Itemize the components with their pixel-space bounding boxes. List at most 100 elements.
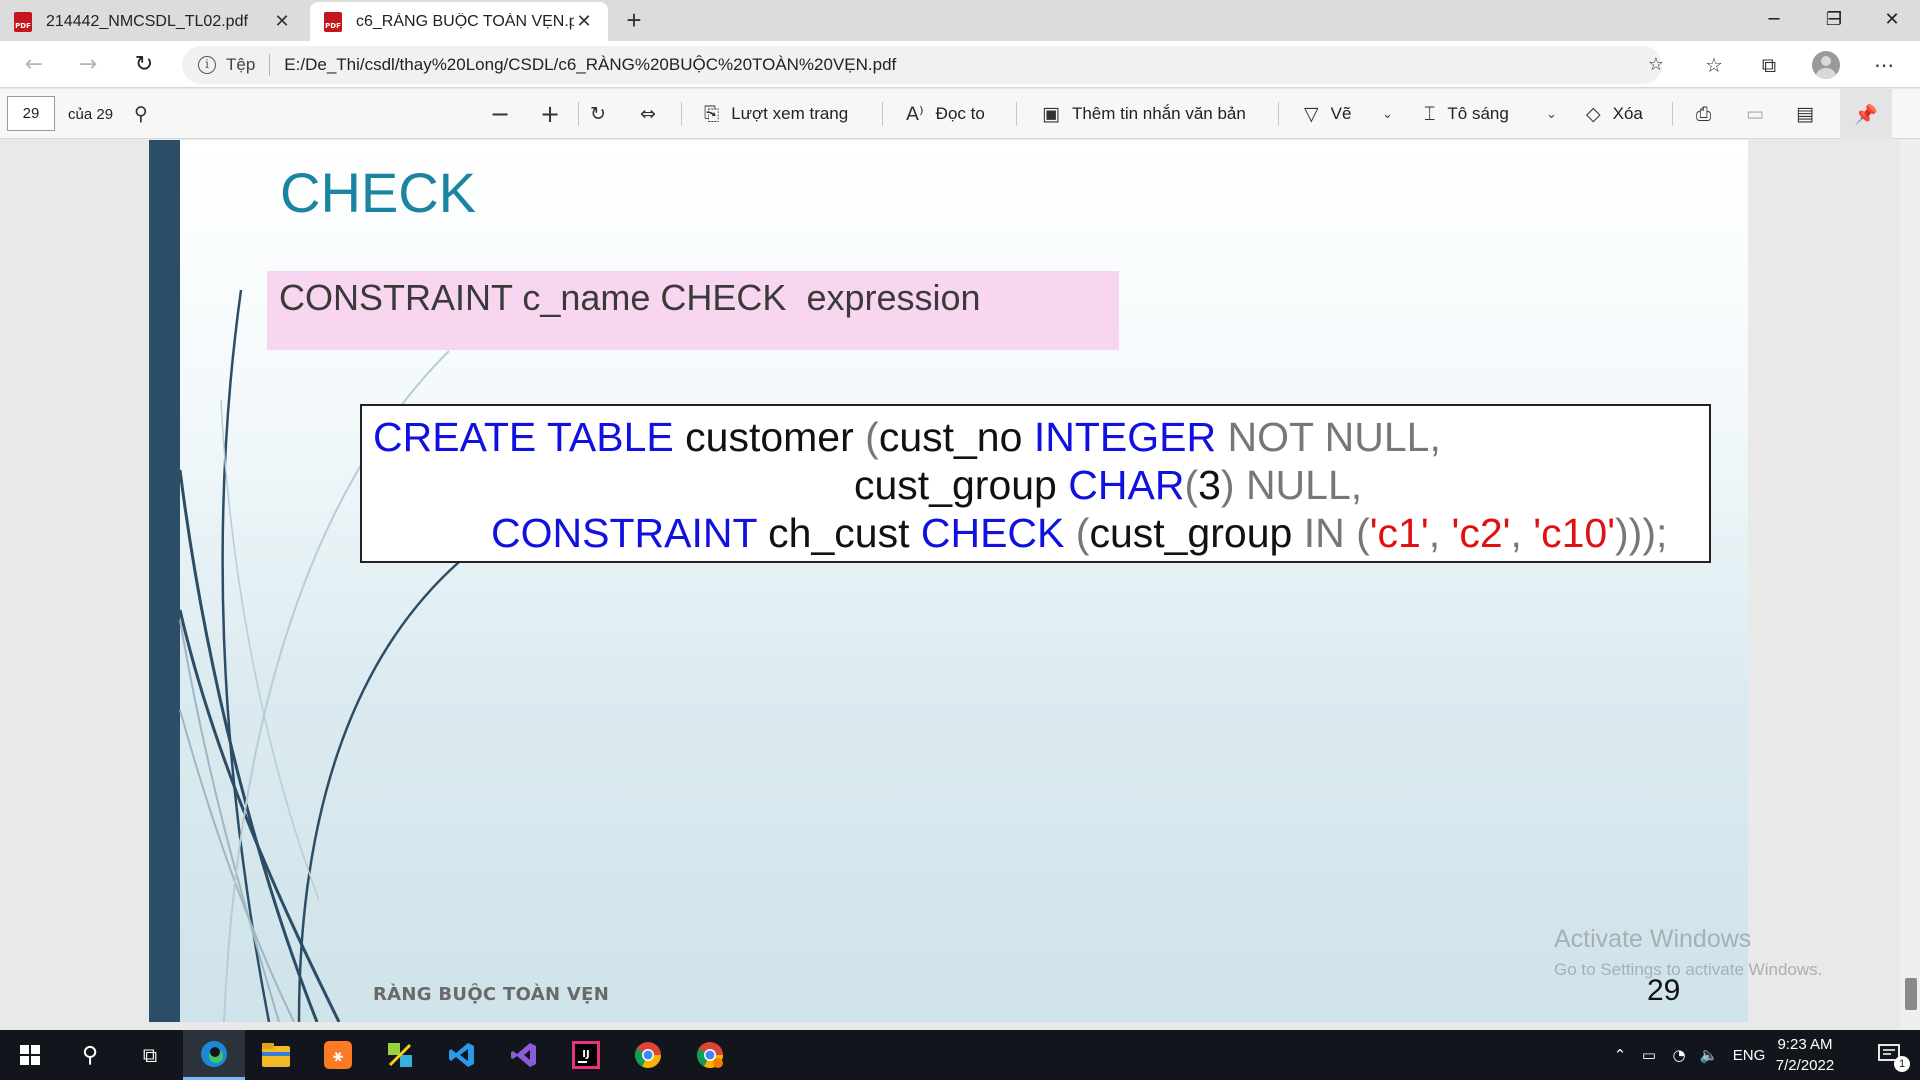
volume-icon[interactable]: 🔈 (1694, 1046, 1724, 1064)
page-view-icon: ⎘ (704, 103, 720, 125)
pdf-page: CHECK CONSTRAINT c_name CHECK expression… (149, 140, 1748, 1022)
code-line-2: cust_group CHAR(3) NULL, (854, 465, 1362, 506)
file-explorer-icon[interactable] (246, 1030, 306, 1080)
clock-time: 9:23 AM (1777, 1036, 1833, 1053)
draw-options-chevron-icon[interactable]: ⌄ (1382, 89, 1393, 139)
code-punct: ( (1184, 462, 1199, 508)
print-icon[interactable]: ⎙ (1696, 89, 1723, 139)
tab-c6-rang-buoc[interactable]: PDF c6_RÀNG BUỘC TOÀN VẸN.pdf ✕ (310, 2, 608, 41)
pen-icon: ▽ (1304, 103, 1319, 125)
save-as-icon[interactable]: ▤ (1796, 89, 1826, 139)
code-text: cust_group (1089, 510, 1293, 556)
forward-button[interactable]: → (70, 47, 106, 83)
refresh-button[interactable]: ↻ (126, 47, 162, 83)
highlight-options-chevron-icon[interactable]: ⌄ (1546, 89, 1557, 139)
scrollbar-thumb[interactable] (1905, 978, 1917, 1010)
slide-title: CHECK (280, 161, 477, 224)
pdf-file-icon: PDF (324, 11, 342, 32)
restore-button[interactable]: ❐ (1806, 0, 1862, 40)
code-keyword: CONSTRAINT (491, 510, 757, 556)
close-tab-icon[interactable]: ✕ (272, 11, 292, 32)
watermark-subtitle: Go to Settings to activate Windows. (1554, 960, 1823, 979)
svg-text:IJ: IJ (582, 1049, 589, 1060)
save-icon[interactable]: ▭ (1746, 89, 1776, 139)
zoom-out-icon[interactable]: − (490, 89, 522, 139)
code-punct: ) NULL, (1220, 462, 1363, 508)
draw-button[interactable]: ▽ Vẽ (1304, 89, 1351, 139)
clock[interactable]: 9:23 AM 7/2/2022 (1760, 1034, 1850, 1076)
url-text: E:/De_Thi/csdl/thay%20Long/CSDL/c6_RÀNG%… (284, 55, 897, 74)
notifications-icon[interactable]: 1 (1860, 1030, 1920, 1080)
divider (269, 54, 271, 76)
code-punct: , (1428, 510, 1452, 556)
code-text: cust_no (878, 414, 1034, 460)
erase-button[interactable]: ◇ Xóa (1586, 89, 1643, 139)
chrome-dev-icon[interactable] (680, 1030, 740, 1080)
highlight-label: Tô sáng (1447, 104, 1509, 123)
clock-date: 7/2/2022 (1775, 1057, 1835, 1074)
fit-page-icon[interactable]: ⇔ (640, 89, 668, 139)
code-example-box: CREATE TABLE customer (cust_no INTEGER N… (360, 404, 1711, 563)
visual-studio-icon[interactable] (494, 1030, 554, 1080)
pdf-toolbar: 29 của 29 ⚲ − + ↻ ⇔ ⎘ Lượt xem trang A⁾ … (0, 89, 1920, 139)
xampp-icon[interactable]: ⚹ (308, 1030, 368, 1080)
taskbar: ⚲ ⧉ ⚹ IJ ⌃ ▭ ◔ 🔈 ENG 9:23 AM 7/2/2022 1 (0, 1030, 1920, 1080)
pin-toolbar-icon[interactable]: 📌 (1840, 89, 1892, 139)
code-keyword: CHECK (920, 510, 1065, 556)
divider (1278, 102, 1279, 126)
tab-214442-nmcsdl[interactable]: PDF 214442_NMCSDL_TL02.pdf ✕ (0, 2, 306, 41)
page-view-label: Lượt xem trang (731, 104, 849, 123)
slide-footer: RÀNG BUỘC TOÀN VẸN (373, 984, 610, 1005)
code-punct: ))); (1615, 510, 1668, 556)
code-line-1: CREATE TABLE customer (cust_no INTEGER N… (373, 417, 1441, 458)
code-string: 'c10' (1533, 510, 1616, 556)
code-punct: , (1510, 510, 1534, 556)
close-window-button[interactable]: ✕ (1864, 0, 1920, 40)
vscode-icon[interactable] (432, 1030, 492, 1080)
code-keyword: INTEGER (1033, 414, 1217, 460)
back-button[interactable]: ← (16, 47, 52, 83)
chrome-icon[interactable] (618, 1030, 678, 1080)
battery-icon[interactable]: ▭ (1634, 1046, 1664, 1064)
new-tab-button[interactable]: + (616, 4, 652, 38)
address-field[interactable]: i Tệp E:/De_Thi/csdl/thay%20Long/CSDL/c6… (182, 46, 1662, 84)
task-view-icon[interactable]: ⧉ (120, 1030, 180, 1080)
code-keyword: CREATE TABLE (373, 414, 674, 460)
minimize-button[interactable]: ─ (1746, 0, 1802, 40)
zoom-in-icon[interactable]: + (540, 89, 572, 139)
add-text-button[interactable]: ▣ Thêm tin nhắn văn bản (1042, 89, 1246, 139)
read-aloud-label: Đọc to (935, 104, 985, 123)
vertical-scrollbar[interactable] (1900, 140, 1920, 1030)
search-icon[interactable]: ⚲ (134, 89, 160, 139)
info-icon[interactable]: i (198, 56, 216, 74)
profile-avatar[interactable] (1812, 51, 1840, 79)
jetbrains-icon[interactable]: IJ (556, 1030, 616, 1080)
app-icon[interactable] (370, 1030, 430, 1080)
highlight-button[interactable]: ⌶ Tô sáng (1424, 89, 1509, 139)
close-tab-icon[interactable]: ✕ (574, 11, 594, 32)
system-tray: ⌃ ▭ ◔ 🔈 ENG (1606, 1030, 1770, 1080)
rotate-icon[interactable]: ↻ (590, 89, 618, 139)
collections-icon[interactable]: ⧉ (1751, 47, 1787, 83)
wifi-icon[interactable]: ◔ (1664, 1046, 1694, 1064)
code-text: ch_cust (756, 510, 921, 556)
read-aloud-button[interactable]: A⁾ Đọc to (906, 89, 985, 139)
divider (681, 102, 682, 126)
watermark-title: Activate Windows (1554, 925, 1752, 953)
start-icon[interactable] (0, 1030, 60, 1080)
edge-icon[interactable] (183, 1030, 245, 1080)
favorites-icon[interactable]: ☆ (1696, 47, 1732, 83)
more-options-icon[interactable]: ⋯ (1866, 47, 1902, 83)
show-hidden-icons-icon[interactable]: ⌃ (1606, 1046, 1634, 1064)
syntax-box: CONSTRAINT c_name CHECK expression (267, 271, 1119, 350)
page-view-button[interactable]: ⎘ Lượt xem trang (704, 89, 848, 139)
page-number-input[interactable]: 29 (7, 96, 55, 131)
search-icon[interactable]: ⚲ (60, 1030, 120, 1080)
tab-title: c6_RÀNG BUỘC TOÀN VẸN.pdf (356, 12, 574, 30)
code-string: 'c1' (1369, 510, 1429, 556)
draw-label: Vẽ (1330, 104, 1352, 123)
add-favorite-icon[interactable]: ☆ (1638, 47, 1674, 83)
divider (1016, 102, 1017, 126)
code-text: 3 (1198, 462, 1221, 508)
syntax-text: CONSTRAINT c_name CHECK expression (279, 277, 981, 318)
